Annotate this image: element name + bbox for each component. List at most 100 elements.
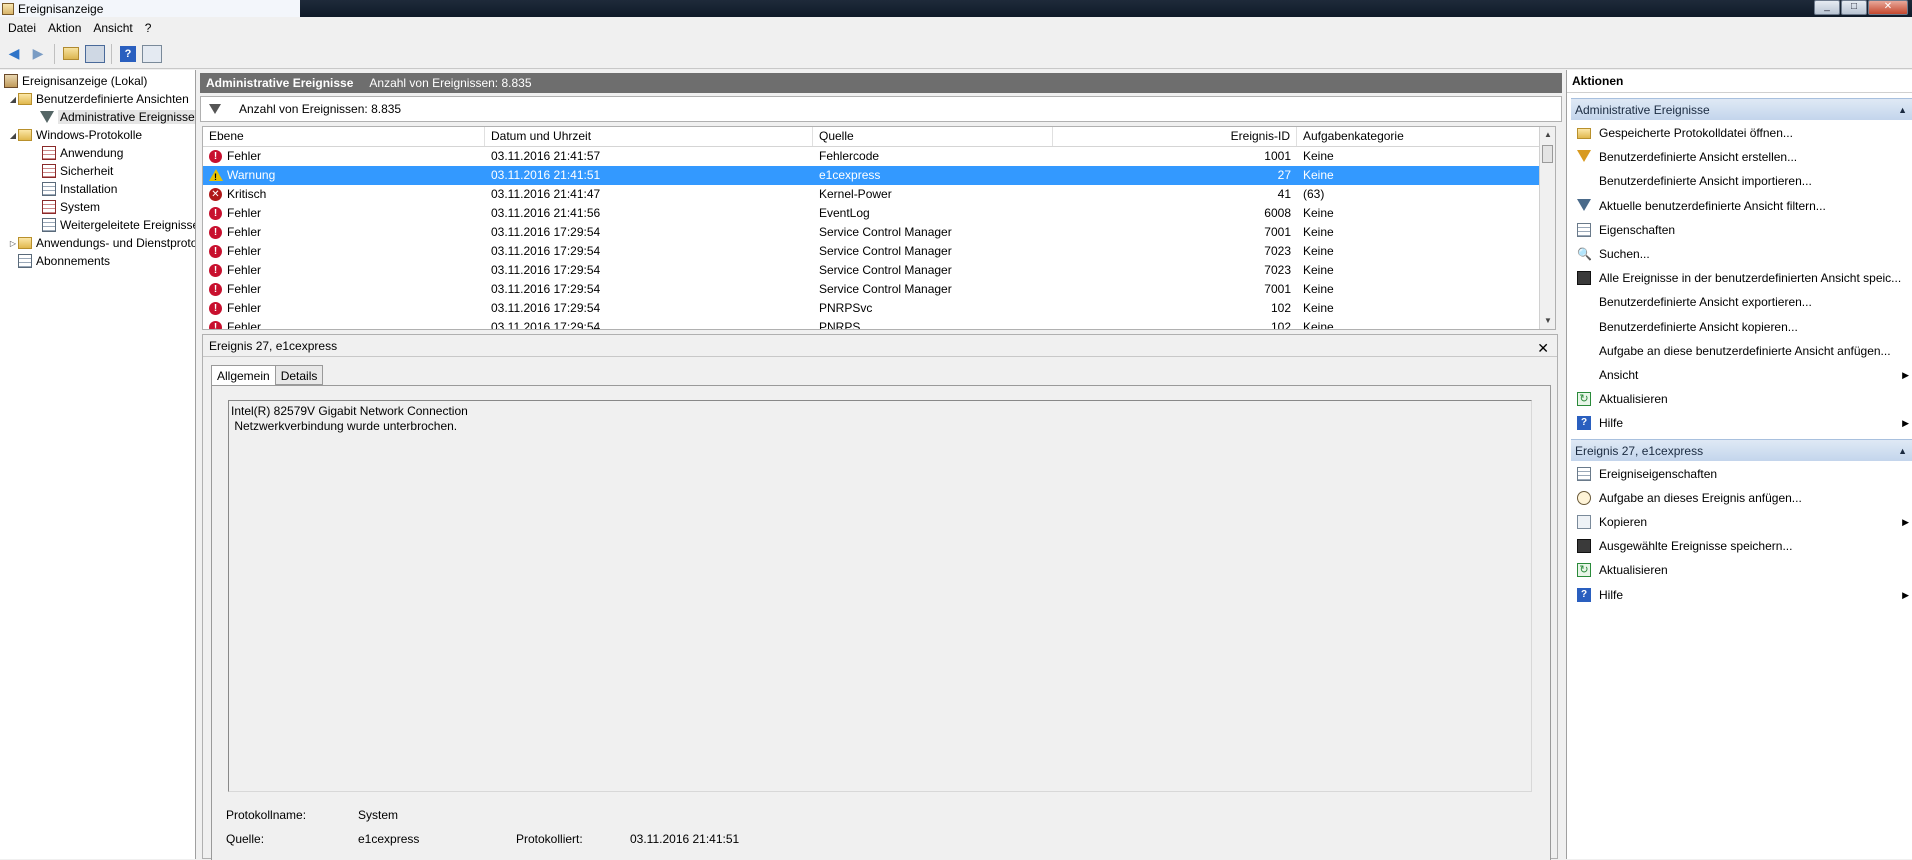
properties-icon — [1577, 466, 1591, 481]
action-item[interactable]: Alle Ereignisse in der benutzerdefiniert… — [1571, 267, 1912, 289]
menu-aktion[interactable]: Aktion — [42, 21, 87, 35]
menu-help[interactable]: ? — [139, 21, 158, 35]
table-row[interactable]: ! Fehler 03.11.2016 17:29:54 Service Contro… — [203, 280, 1541, 299]
pane-title: Administrative Ereignisse — [206, 76, 354, 90]
table-row[interactable]: ! Fehler 03.11.2016 17:29:54 Service Contro… — [203, 242, 1541, 261]
folder-icon — [18, 93, 32, 105]
action-item[interactable]: Eigenschaften — [1571, 219, 1912, 241]
cell-datetime: 03.11.2016 17:29:54 — [491, 282, 601, 296]
actions-section-admin-events[interactable]: Administrative Ereignisse ▲ — [1571, 98, 1912, 120]
action-item[interactable]: Aufgabe an dieses Ereignis anfügen... — [1571, 487, 1912, 509]
tab-allgemein[interactable]: Allgemein — [211, 365, 276, 386]
minimize-button[interactable]: _ — [1814, 0, 1840, 15]
table-row[interactable]: ! Fehler 03.11.2016 17:29:54 Service Contro… — [203, 223, 1541, 242]
tree-log-anwendung[interactable]: Anwendung — [42, 144, 123, 162]
show-hide-tree-button[interactable] — [85, 44, 105, 64]
log-icon — [42, 182, 56, 196]
cell-event-id: 7001 — [1264, 225, 1291, 239]
cell-event-id: 6008 — [1264, 206, 1291, 220]
cell-source: e1cexpress — [819, 168, 881, 182]
action-item[interactable]: Benutzerdefinierte Ansicht importieren..… — [1571, 170, 1912, 192]
table-row[interactable]: ! Fehler 03.11.2016 17:29:54 Service Contro… — [203, 261, 1541, 280]
action-item[interactable]: Ansicht ▶ — [1571, 364, 1912, 386]
events-table: Ebene Datum und Uhrzeit Quelle Ereignis-… — [202, 126, 1556, 330]
tree-log-label: Anwendung — [60, 146, 124, 160]
cell-event-id: 7023 — [1264, 263, 1291, 277]
collapse-icon[interactable]: ◢ — [8, 95, 18, 104]
scroll-up-icon[interactable]: ▲ — [1540, 127, 1555, 143]
tree-windows-logs[interactable]: ◢ Windows-Protokolle — [8, 126, 142, 144]
subscriptions-icon — [18, 254, 32, 268]
table-row[interactable]: ✕ Kritisch 03.11.2016 21:41:47 Kernel-Power… — [203, 185, 1541, 204]
event-message[interactable]: Intel(R) 82579V Gigabit Network Connecti… — [228, 400, 1532, 792]
action-item[interactable]: ↻ Aktualisieren — [1571, 559, 1912, 581]
column-header-source[interactable]: Quelle — [813, 127, 1053, 146]
tree-log-system[interactable]: System — [42, 198, 100, 216]
action-item[interactable]: ? Hilfe ▶ — [1571, 412, 1912, 434]
action-item[interactable]: Ausgewählte Ereignisse speichern... — [1571, 535, 1912, 557]
action-item[interactable]: 🔍 Suchen... — [1571, 243, 1912, 265]
column-header-level[interactable]: Ebene — [203, 127, 485, 146]
action-item[interactable]: Aufgabe an diese benutzerdefinierte Ansi… — [1571, 340, 1912, 362]
action-item[interactable]: Aktuelle benutzerdefinierte Ansicht filt… — [1571, 195, 1912, 217]
close-button[interactable]: ✕ — [1868, 0, 1908, 15]
column-header-task-category[interactable]: Aufgabenkategorie — [1297, 127, 1541, 146]
tree-log-installation[interactable]: Installation — [42, 180, 117, 198]
cell-datetime: 03.11.2016 17:29:54 — [491, 244, 601, 258]
tree-log-label: Sicherheit — [60, 164, 114, 178]
maximize-button[interactable]: □ — [1841, 0, 1867, 15]
menu-datei[interactable]: Datei — [2, 21, 42, 35]
help-button[interactable]: ? — [118, 44, 138, 64]
table-row[interactable]: ! Warnung 03.11.2016 21:41:51 e1cexpress 27 K… — [203, 166, 1541, 185]
forward-arrow-icon[interactable]: ▶ — [28, 44, 48, 64]
back-arrow-icon[interactable]: ◀ — [4, 44, 24, 64]
console-tree: Ereignisanzeige (Lokal) ◢ Benutzerdefini… — [0, 70, 196, 859]
collapse-section-icon[interactable]: ▲ — [1898, 440, 1907, 462]
actions-section-event[interactable]: Ereignis 27, e1cexpress ▲ — [1571, 438, 1912, 462]
table-scrollbar[interactable]: ▲ ▼ — [1539, 127, 1555, 329]
expand-icon[interactable]: ▷ — [8, 239, 18, 248]
tree-log-label: Weitergeleitete Ereignisse — [60, 218, 196, 232]
table-row[interactable]: ! Fehler 03.11.2016 17:29:54 PNRPS 102 Keine — [203, 318, 1541, 329]
collapse-section-icon[interactable]: ▲ — [1898, 99, 1907, 121]
tab-details[interactable]: Details — [274, 365, 324, 385]
action-item[interactable]: Benutzerdefinierte Ansicht kopieren... — [1571, 316, 1912, 338]
action-item[interactable]: Ereigniseigenschaften — [1571, 463, 1912, 485]
column-header-datetime[interactable]: Datum und Uhrzeit — [485, 127, 813, 146]
action-label: Aufgabe an dieses Ereignis anfügen... — [1599, 490, 1802, 505]
action-label: Hilfe — [1599, 587, 1624, 602]
folder-icon — [18, 129, 32, 141]
event-detail-pane: Ereignis 27, e1cexpress ✕ Allgemein Deta… — [202, 334, 1558, 860]
collapse-icon[interactable]: ◢ — [8, 131, 18, 140]
column-header-event-id[interactable]: Ereignis-ID — [1053, 127, 1297, 146]
tree-admin-events[interactable]: Administrative Ereignisse — [40, 108, 195, 126]
table-row[interactable]: ! Fehler 03.11.2016 21:41:57 Fehlercode 1001… — [203, 147, 1541, 166]
action-item[interactable]: ↻ Aktualisieren — [1571, 388, 1912, 410]
action-item[interactable]: Gespeicherte Protokolldatei öffnen... — [1571, 122, 1912, 144]
source-value: e1cexpress — [358, 832, 420, 846]
action-item[interactable]: Benutzerdefinierte Ansicht exportieren..… — [1571, 291, 1912, 313]
logged-label: Protokolliert: — [516, 832, 583, 846]
tree-log-sicherheit[interactable]: Sicherheit — [42, 162, 113, 180]
action-item[interactable]: Kopieren ▶ — [1571, 511, 1912, 533]
table-row[interactable]: ! Fehler 03.11.2016 17:29:54 PNRPSvc 102 Kein… — [203, 299, 1541, 318]
cell-task-category: Keine — [1303, 225, 1334, 239]
up-folder-button[interactable] — [61, 44, 81, 64]
menu-ansicht[interactable]: Ansicht — [87, 21, 138, 35]
submenu-arrow-icon: ▶ — [1902, 517, 1909, 527]
tree-log-forwarded[interactable]: Weitergeleitete Ereignisse — [42, 216, 196, 234]
show-hide-action-pane-button[interactable] — [142, 44, 162, 64]
close-detail-icon[interactable]: ✕ — [1537, 337, 1549, 359]
tree-root[interactable]: Ereignisanzeige (Lokal) — [4, 72, 147, 90]
table-row[interactable]: ! Fehler 03.11.2016 21:41:56 EventLog 6008 Ke… — [203, 204, 1541, 223]
toolbar: ◀ ▶ ? — [0, 39, 1912, 69]
submenu-arrow-icon: ▶ — [1902, 370, 1909, 380]
scroll-thumb[interactable] — [1542, 145, 1553, 163]
tree-custom-views[interactable]: ◢ Benutzerdefinierte Ansichten — [8, 90, 189, 108]
action-item[interactable]: Benutzerdefinierte Ansicht erstellen... — [1571, 146, 1912, 168]
tree-log-label: System — [60, 200, 101, 214]
tree-subscriptions[interactable]: Abonnements — [18, 252, 110, 270]
tree-app-services[interactable]: ▷ Anwendungs- und Dienstprotokolle — [8, 234, 195, 252]
scroll-down-icon[interactable]: ▼ — [1540, 313, 1555, 329]
action-item[interactable]: ? Hilfe ▶ — [1571, 584, 1912, 606]
